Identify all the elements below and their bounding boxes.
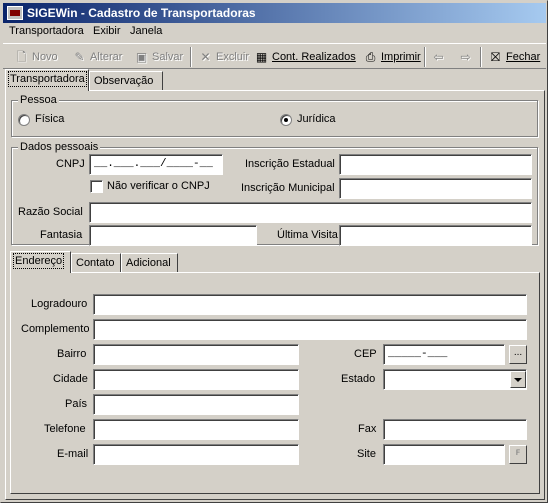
fisica-label: Física bbox=[35, 113, 65, 125]
ultima-visita-label: Última Visita bbox=[277, 229, 338, 241]
cnpj-label: CNPJ bbox=[56, 158, 85, 170]
menu-transportadora[interactable]: Transportadora bbox=[9, 25, 84, 37]
dados-pessoais-title: Dados pessoais bbox=[18, 141, 101, 153]
bairro-input[interactable] bbox=[93, 344, 299, 365]
browser-icon: ꜰ bbox=[515, 447, 521, 458]
toolbar: 🗋 Novo ✎ Alterar ▣ Salvar ✕ Excluir ▦ Co… bbox=[3, 43, 546, 69]
main-tabstrip: Transportadora Observação bbox=[5, 69, 545, 91]
address-tabstrip: Endereço Contato Adicional bbox=[10, 251, 540, 273]
previous-button[interactable]: ⇦ bbox=[428, 47, 449, 67]
save-icon: ▣ bbox=[135, 49, 148, 64]
toolbar-separator bbox=[190, 47, 192, 67]
logradouro-label: Logradouro bbox=[31, 298, 88, 310]
complemento-input[interactable] bbox=[93, 319, 527, 340]
inscricao-municipal-label: Inscrição Municipal bbox=[241, 182, 335, 194]
tab-endereco[interactable]: Endereço bbox=[10, 251, 71, 273]
menu-bar: Transportadora Exibir Janela bbox=[3, 23, 546, 41]
complemento-label: Complemento bbox=[21, 323, 90, 335]
fantasia-input[interactable] bbox=[89, 225, 257, 246]
fechar-button[interactable]: ⛝ Fechar bbox=[485, 47, 543, 67]
tab-transportadora[interactable]: Transportadora bbox=[5, 69, 89, 91]
toolbar-separator bbox=[480, 47, 482, 67]
window-title: SIGEWin - Cadastro de Transportadoras bbox=[27, 6, 256, 20]
novo-button[interactable]: 🗋 Novo bbox=[11, 47, 61, 67]
cep-label: CEP bbox=[354, 348, 377, 360]
alterar-button[interactable]: ✎ Alterar bbox=[69, 47, 125, 67]
cidade-input[interactable] bbox=[93, 369, 299, 390]
next-button[interactable]: ⇨ bbox=[455, 47, 476, 67]
edit-icon: ✎ bbox=[74, 49, 85, 64]
fisica-radio[interactable] bbox=[18, 114, 30, 126]
app-icon bbox=[7, 6, 23, 20]
razao-social-label: Razão Social bbox=[18, 206, 83, 218]
estado-label: Estado bbox=[341, 373, 376, 385]
logradouro-input[interactable] bbox=[93, 294, 527, 315]
site-open-button[interactable]: ꜰ bbox=[509, 445, 527, 464]
email-input[interactable] bbox=[93, 444, 299, 465]
main-window: SIGEWin - Cadastro de Transportadoras Tr… bbox=[0, 0, 548, 503]
fantasia-label: Fantasia bbox=[40, 229, 83, 241]
tab-contato[interactable]: Contato bbox=[71, 253, 121, 273]
fax-label: Fax bbox=[358, 423, 377, 435]
nao-verificar-cnpj-checkbox[interactable] bbox=[90, 180, 103, 193]
report-icon: ▦ bbox=[255, 49, 268, 64]
razao-social-input[interactable] bbox=[89, 202, 532, 223]
salvar-button[interactable]: ▣ Salvar bbox=[131, 47, 186, 67]
excluir-button[interactable]: ✕ Excluir bbox=[195, 47, 252, 67]
site-label: Site bbox=[357, 448, 376, 460]
bairro-label: Bairro bbox=[57, 348, 87, 360]
estado-select[interactable] bbox=[383, 369, 527, 390]
endereco-panel: Logradouro Complemento Bairro CEP _____-… bbox=[10, 272, 540, 494]
cidade-label: Cidade bbox=[53, 373, 88, 385]
pessoa-group-title: Pessoa bbox=[18, 94, 59, 106]
imprimir-button[interactable]: ⎙ Imprimir bbox=[360, 47, 424, 67]
arrow-right-icon: ⇨ bbox=[460, 49, 471, 64]
pais-label: País bbox=[65, 398, 88, 410]
chevron-down-icon[interactable] bbox=[510, 371, 526, 388]
telefone-input[interactable] bbox=[93, 419, 299, 440]
menu-exibir[interactable]: Exibir bbox=[93, 25, 121, 37]
toolbar-separator bbox=[424, 47, 426, 67]
dados-pessoais-group: Dados pessoais CNPJ __.___.___/____-__ I… bbox=[11, 141, 538, 246]
inscricao-estadual-label: Inscrição Estadual bbox=[245, 158, 335, 170]
tab-adicional[interactable]: Adicional bbox=[121, 253, 178, 273]
tab-observacao[interactable]: Observação bbox=[89, 71, 163, 91]
arrow-left-icon: ⇦ bbox=[433, 49, 444, 64]
cont-realizados-button[interactable]: ▦ Cont. Realizados bbox=[251, 47, 359, 67]
telefone-label: Telefone bbox=[44, 423, 86, 435]
fax-input[interactable] bbox=[383, 419, 527, 440]
ultima-visita-input[interactable] bbox=[339, 225, 532, 246]
cep-input[interactable]: _____-___ bbox=[383, 344, 505, 365]
delete-icon: ✕ bbox=[200, 49, 211, 64]
cep-search-button[interactable]: ... bbox=[509, 345, 527, 364]
title-bar[interactable]: SIGEWin - Cadastro de Transportadoras bbox=[3, 3, 546, 23]
new-document-icon: 🗋 bbox=[16, 49, 27, 64]
juridica-label: Jurídica bbox=[297, 113, 336, 125]
transportadora-panel: Pessoa Física Jurídica Dados pessoais CN… bbox=[5, 90, 545, 500]
nao-verificar-cnpj-label: Não verificar o CNPJ bbox=[107, 180, 210, 192]
juridica-radio[interactable] bbox=[280, 114, 292, 126]
inscricao-estadual-input[interactable] bbox=[339, 154, 532, 175]
cnpj-input[interactable]: __.___.___/____-__ bbox=[89, 154, 223, 175]
site-input[interactable] bbox=[383, 444, 505, 465]
pessoa-group: Pessoa Física Jurídica bbox=[11, 94, 538, 137]
email-label: E-mail bbox=[57, 448, 89, 460]
close-door-icon: ⛝ bbox=[490, 49, 501, 64]
pais-input[interactable] bbox=[93, 394, 299, 415]
printer-icon: ⎙ bbox=[365, 49, 376, 64]
menu-janela[interactable]: Janela bbox=[130, 25, 162, 37]
inscricao-municipal-input[interactable] bbox=[339, 178, 532, 199]
